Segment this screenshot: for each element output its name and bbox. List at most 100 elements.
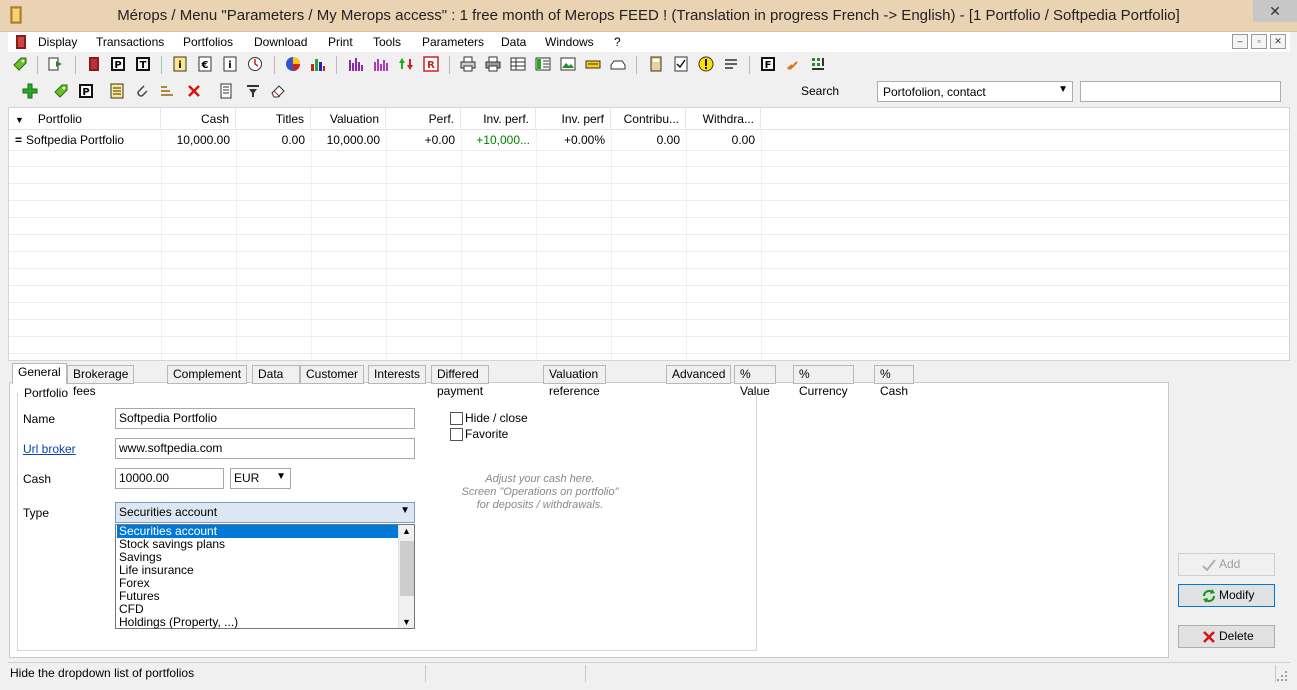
column-header-titles[interactable]: Titles (236, 108, 311, 130)
name-field[interactable]: Softpedia Portfolio (115, 408, 415, 429)
resize-grip-icon[interactable] (1276, 670, 1288, 682)
add-button[interactable]: Add (1178, 553, 1275, 576)
type-select[interactable]: Securities account ▼ (115, 502, 415, 523)
tab-differed-payment[interactable]: Differed payment (431, 365, 490, 398)
menu-download[interactable]: Download (254, 32, 307, 52)
portfolio-icon[interactable]: P (78, 83, 94, 99)
document-icon[interactable] (218, 83, 234, 99)
tab-interests[interactable]: Interests (368, 365, 427, 384)
delete-button[interactable]: Delete (1178, 625, 1275, 648)
type-option-life-insurance[interactable]: Life insurance (117, 564, 399, 577)
filter-icon[interactable] (245, 83, 261, 99)
print-preview-icon[interactable] (485, 56, 501, 72)
tab-customer[interactable]: Customer (300, 365, 365, 384)
type-option-holdings[interactable]: Holdings (Property, ...) (117, 616, 399, 629)
scroll-up-icon[interactable]: ▲ (402, 526, 411, 536)
favorite-checkbox[interactable] (450, 428, 463, 441)
tag-icon[interactable] (53, 83, 69, 99)
column-header-inv-perf-pct[interactable]: Inv. perf (536, 108, 611, 130)
delete-x-icon[interactable] (186, 83, 202, 99)
type-option-futures[interactable]: Futures (117, 590, 399, 603)
tab-complement[interactable]: Complement (167, 365, 248, 384)
calculator-icon[interactable] (648, 56, 664, 72)
menu-transactions[interactable]: Transactions (96, 32, 164, 52)
mdi-close-button[interactable]: ✕ (1270, 34, 1286, 49)
mdi-restore-button[interactable]: ▫ (1251, 34, 1267, 49)
tab-percent-cash[interactable]: % Cash (874, 365, 915, 398)
mdi-minimize-button[interactable]: – (1232, 34, 1248, 49)
gauge-icon[interactable] (585, 56, 601, 72)
list-icon[interactable] (723, 56, 739, 72)
scroll-down-icon[interactable]: ▼ (402, 617, 411, 627)
cash-field[interactable]: 10000.00 (115, 468, 224, 489)
menu-data[interactable]: Data (501, 32, 526, 52)
menu-help[interactable]: ? (614, 32, 621, 52)
tab-brokerage-fees[interactable]: Brokerage fees (67, 365, 135, 398)
grid-cell-portfolio: = Softpedia Portfolio (15, 133, 125, 147)
sheet-icon[interactable] (535, 56, 551, 72)
tab-general[interactable]: General (12, 363, 67, 384)
tab-advanced[interactable]: Advanced (666, 365, 732, 384)
portfolio-grid[interactable]: ▼ Portfolio Cash Titles Valuation Perf. I… (8, 107, 1290, 361)
book-icon[interactable] (86, 56, 102, 72)
feed-f-icon[interactable]: F (760, 56, 776, 72)
column-header-valuation[interactable]: Valuation (311, 108, 386, 130)
warning-icon[interactable] (698, 56, 714, 72)
portfolio-p-icon[interactable]: P (110, 56, 126, 72)
eraser-icon[interactable] (270, 83, 286, 99)
add-plus-icon[interactable] (22, 83, 38, 99)
grid-dots-icon[interactable] (810, 56, 826, 72)
paperclip-icon[interactable] (134, 83, 150, 99)
clock-icon[interactable] (247, 56, 263, 72)
currency-select[interactable]: EUR ▼ (230, 468, 291, 489)
column-header-withdrawals[interactable]: Withdra... (686, 108, 761, 130)
table-icon[interactable] (510, 56, 526, 72)
window-close-button[interactable]: ✕ (1253, 0, 1297, 22)
tab-valuation-reference[interactable]: Valuation reference (543, 365, 606, 398)
tray-icon[interactable] (610, 56, 626, 72)
type-dropdown-list[interactable]: Securities account Stock savings plans S… (115, 524, 415, 629)
column-header-perf[interactable]: Perf. (386, 108, 461, 130)
tab-percent-value[interactable]: % Value (734, 365, 776, 398)
titles-t-icon[interactable]: T (135, 56, 151, 72)
url-broker-link[interactable]: Url broker (23, 442, 76, 456)
dropdown-scrollbar[interactable]: ▲ ▼ (398, 525, 414, 628)
checklist-icon[interactable] (673, 56, 689, 72)
hide-close-checkbox[interactable] (450, 412, 463, 425)
report-r-icon[interactable]: R (423, 56, 439, 72)
menu-display[interactable]: Display (38, 32, 77, 52)
rss-icon[interactable] (785, 56, 801, 72)
column-header-portfolio[interactable]: ▼ Portfolio (9, 108, 161, 130)
currency-euro-icon[interactable]: € (197, 56, 213, 72)
pie-chart-icon[interactable] (285, 56, 301, 72)
histogram-alt-icon[interactable] (373, 56, 389, 72)
tag-add-icon[interactable] (12, 56, 28, 72)
details-icon[interactable]: i (222, 56, 238, 72)
url-broker-field[interactable]: www.softpedia.com (115, 438, 415, 459)
note-icon[interactable] (109, 83, 125, 99)
menu-windows[interactable]: Windows (545, 32, 594, 52)
row-collapse-icon[interactable]: = (15, 133, 22, 147)
mdi-doc-icon[interactable] (14, 32, 28, 52)
tab-data[interactable]: Data (252, 365, 300, 384)
search-input[interactable] (1080, 81, 1281, 102)
info-icon[interactable]: i (172, 56, 188, 72)
scrollbar-thumb[interactable] (400, 541, 414, 596)
column-header-inv-perf[interactable]: Inv. perf. (461, 108, 536, 130)
menu-print[interactable]: Print (328, 32, 353, 52)
up-down-arrows-icon[interactable] (398, 56, 414, 72)
image-icon[interactable] (560, 56, 576, 72)
tab-percent-currency[interactable]: % Currency (793, 365, 854, 398)
menu-parameters[interactable]: Parameters (422, 32, 484, 52)
modify-button[interactable]: Modify (1178, 584, 1275, 607)
column-header-contributions[interactable]: Contribu... (611, 108, 686, 130)
print-icon[interactable] (460, 56, 476, 72)
search-scope-select[interactable]: Portofolion, contact ▼ (877, 81, 1073, 102)
menu-portfolios[interactable]: Portfolios (183, 32, 233, 52)
column-header-cash[interactable]: Cash (161, 108, 236, 130)
histogram-icon[interactable] (348, 56, 364, 72)
menu-tools[interactable]: Tools (373, 32, 401, 52)
bar-chart-icon[interactable] (310, 56, 326, 72)
export-icon[interactable] (48, 56, 64, 72)
sort-icon[interactable] (159, 83, 175, 99)
